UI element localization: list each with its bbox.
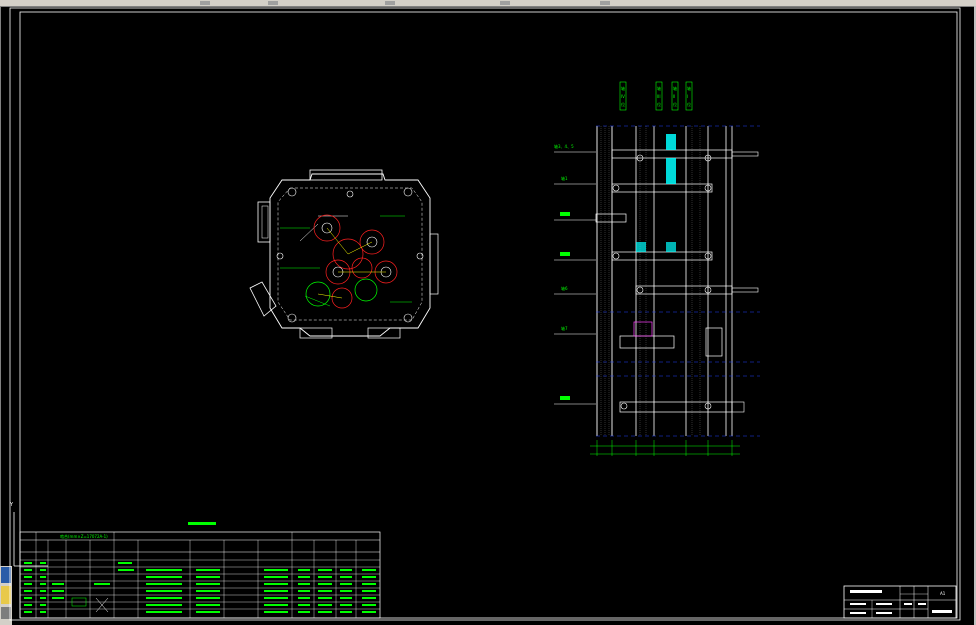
column-label-i-line3: 位 <box>687 101 691 107</box>
column-label-i: 轴 I 位 <box>685 81 693 111</box>
column-label-i-line1: 轴 <box>687 85 691 91</box>
zoom-icon[interactable] <box>200 1 210 5</box>
column-label-iv-line3: 位 <box>621 101 625 107</box>
left-label-6: 轴7 <box>554 325 596 335</box>
column-label-iii: 轴 III 位 <box>655 81 663 111</box>
left-label-5: 轴6 <box>554 285 596 295</box>
left-label-5-text: 轴6 <box>561 285 568 291</box>
ucs-y-label: Y <box>9 502 14 508</box>
left-label-1-text: 轴3、4、5 <box>554 143 574 149</box>
properties-icon[interactable] <box>500 1 510 5</box>
gearbox-front-view <box>249 169 439 339</box>
table-title-bar <box>188 522 216 525</box>
left-label-4 <box>554 252 596 261</box>
column-label-i-line2: I <box>687 94 688 99</box>
section-column-labels: 轴 IV 位 轴 III 位 轴 II 位 轴 I 位 <box>619 81 693 111</box>
column-label-ii-line1: 轴 <box>673 85 677 91</box>
title-block: A1 <box>843 585 957 619</box>
left-label-2-text: 轴1 <box>561 175 568 181</box>
left-label-1: 轴3、4、5 <box>554 143 596 153</box>
column-label-iii-line2: III <box>657 94 661 99</box>
column-label-iii-line1: 轴 <box>657 85 661 91</box>
outer-frame <box>9 7 961 621</box>
table-header-group: 啮合(mm×Z=17072A-1) <box>60 533 108 539</box>
column-label-ii-line2: II <box>673 94 675 99</box>
title-block-name-mark <box>850 590 882 593</box>
title-block-sheet-size: A1 <box>940 591 946 596</box>
left-label-2: 轴1 <box>554 175 596 185</box>
section-left-labels: 轴3、4、5 轴1 轴6 轴7 <box>554 143 596 405</box>
column-label-iv: 轴 IV 位 <box>619 81 627 111</box>
left-label-7 <box>554 396 596 405</box>
column-label-iv-line1: 轴 <box>621 85 625 91</box>
parameter-table: 啮合(mm×Z=17072A-1) <box>19 522 381 619</box>
left-label-6-text: 轴7 <box>561 325 568 331</box>
gearbox-section-view <box>590 125 760 456</box>
column-label-ii-line3: 位 <box>673 101 677 107</box>
ucs-icon: Y <box>9 502 48 567</box>
column-label-ii: 轴 II 位 <box>671 81 679 111</box>
table-cell-marks <box>24 562 376 613</box>
pan-icon[interactable] <box>268 1 278 5</box>
column-label-iii-line3: 位 <box>657 101 661 107</box>
layer-icon[interactable] <box>385 1 395 5</box>
print-icon[interactable] <box>600 1 610 5</box>
inner-frame <box>19 11 958 619</box>
left-label-3 <box>554 212 596 221</box>
cad-drawing-canvas[interactable]: 轴 IV 位 轴 III 位 轴 II 位 轴 I 位 轴3、4、5 轴1 轴6… <box>0 6 976 625</box>
column-label-iv-line2: IV <box>621 94 625 99</box>
